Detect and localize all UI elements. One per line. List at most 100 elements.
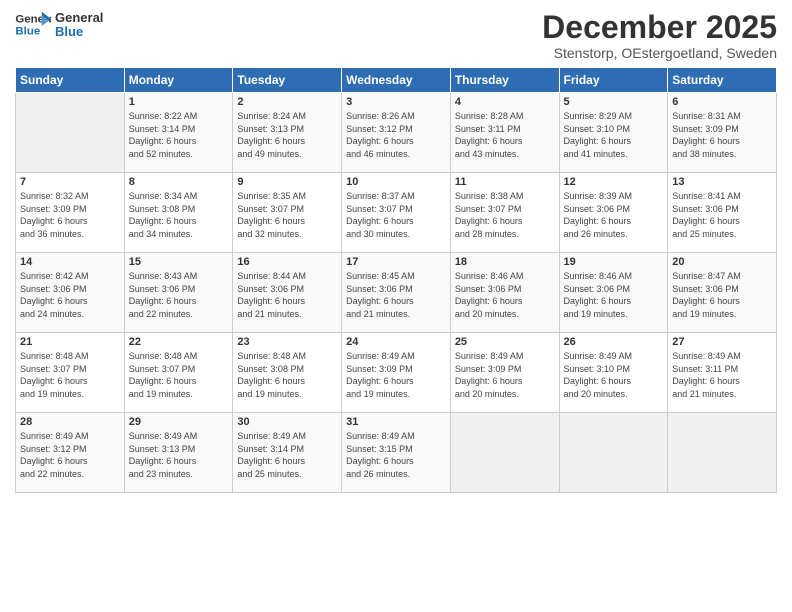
logo-general: General: [55, 11, 103, 25]
day-info: Sunrise: 8:49 AM Sunset: 3:13 PM Dayligh…: [129, 430, 229, 480]
day-cell: 5Sunrise: 8:29 AM Sunset: 3:10 PM Daylig…: [559, 93, 668, 173]
day-cell: 29 Sunrise: 8:49 AM Sunset: 3:13 PM Dayli…: [124, 413, 233, 493]
col-friday: Friday: [559, 68, 668, 93]
day-info: Sunrise: 8:22 AM Sunset: 3:14 PM Dayligh…: [129, 110, 229, 160]
day-cell: 4 Sunrise: 8:28 AM Sunset: 3:11 PM Daylig…: [450, 93, 559, 173]
day-info: Sunrise: 8:34 AM Sunset: 3:08 PM Dayligh…: [129, 190, 229, 240]
week-row-4: 21Sunrise: 8:48 AM Sunset: 3:07 PM Dayli…: [16, 333, 777, 413]
day-cell: 17 Sunrise: 8:45 AM Sunset: 3:06 PM Dayli…: [342, 253, 451, 333]
day-cell: [559, 413, 668, 493]
day-info: Sunrise: 8:37 AM Sunset: 3:07 PM Dayligh…: [346, 190, 446, 240]
day-number: 3: [346, 96, 446, 108]
day-cell: 22Sunrise: 8:48 AM Sunset: 3:07 PM Dayli…: [124, 333, 233, 413]
day-cell: 26 Sunrise: 8:49 AM Sunset: 3:10 PM Dayli…: [559, 333, 668, 413]
day-info: Sunrise: 8:49 AM Sunset: 3:09 PM Dayligh…: [346, 350, 446, 400]
day-info: Sunrise: 8:49 AM Sunset: 3:11 PM Dayligh…: [672, 350, 772, 400]
day-info: Sunrise: 8:49 AM Sunset: 3:10 PM Dayligh…: [564, 350, 664, 400]
day-number: 9: [237, 176, 337, 188]
day-number: 26: [564, 336, 664, 348]
day-info: Sunrise: 8:49 AM Sunset: 3:14 PM Dayligh…: [237, 430, 337, 480]
calendar-container: General Blue General Blue December 2025 …: [0, 0, 792, 503]
col-monday: Monday: [124, 68, 233, 93]
day-cell: 11 Sunrise: 8:38 AM Sunset: 3:07 PM Dayli…: [450, 173, 559, 253]
day-cell: 1 Sunrise: 8:22 AM Sunset: 3:14 PM Daylig…: [124, 93, 233, 173]
day-cell: 9 Sunrise: 8:35 AM Sunset: 3:07 PM Daylig…: [233, 173, 342, 253]
day-number: 23: [237, 336, 337, 348]
day-number: 4: [455, 96, 555, 108]
day-cell: 24Sunrise: 8:49 AM Sunset: 3:09 PM Dayli…: [342, 333, 451, 413]
day-cell: 13Sunrise: 8:41 AM Sunset: 3:06 PM Dayli…: [668, 173, 777, 253]
day-cell: 23Sunrise: 8:48 AM Sunset: 3:08 PM Dayli…: [233, 333, 342, 413]
week-row-5: 28 Sunrise: 8:49 AM Sunset: 3:12 PM Dayli…: [16, 413, 777, 493]
day-info: Sunrise: 8:49 AM Sunset: 3:09 PM Dayligh…: [455, 350, 555, 400]
day-number: 12: [564, 176, 664, 188]
day-info: Sunrise: 8:35 AM Sunset: 3:07 PM Dayligh…: [237, 190, 337, 240]
day-info: Sunrise: 8:46 AM Sunset: 3:06 PM Dayligh…: [564, 270, 664, 320]
day-info: Sunrise: 8:26 AM Sunset: 3:12 PM Dayligh…: [346, 110, 446, 160]
day-number: 31: [346, 416, 446, 428]
day-info: Sunrise: 8:48 AM Sunset: 3:07 PM Dayligh…: [20, 350, 120, 400]
day-info: Sunrise: 8:38 AM Sunset: 3:07 PM Dayligh…: [455, 190, 555, 240]
day-info: Sunrise: 8:49 AM Sunset: 3:12 PM Dayligh…: [20, 430, 120, 480]
day-number: 27: [672, 336, 772, 348]
week-row-1: 1 Sunrise: 8:22 AM Sunset: 3:14 PM Daylig…: [16, 93, 777, 173]
day-cell: 25Sunrise: 8:49 AM Sunset: 3:09 PM Dayli…: [450, 333, 559, 413]
day-number: 2: [237, 96, 337, 108]
col-sunday: Sunday: [16, 68, 125, 93]
day-cell: 27 Sunrise: 8:49 AM Sunset: 3:11 PM Dayli…: [668, 333, 777, 413]
day-cell: 8 Sunrise: 8:34 AM Sunset: 3:08 PM Daylig…: [124, 173, 233, 253]
day-number: 1: [129, 96, 229, 108]
day-cell: 21Sunrise: 8:48 AM Sunset: 3:07 PM Dayli…: [16, 333, 125, 413]
day-cell: 31 Sunrise: 8:49 AM Sunset: 3:15 PM Dayli…: [342, 413, 451, 493]
day-cell: 2Sunrise: 8:24 AM Sunset: 3:13 PM Daylig…: [233, 93, 342, 173]
week-row-3: 14 Sunrise: 8:42 AM Sunset: 3:06 PM Dayli…: [16, 253, 777, 333]
svg-text:Blue: Blue: [15, 26, 40, 38]
day-cell: 19 Sunrise: 8:46 AM Sunset: 3:06 PM Dayli…: [559, 253, 668, 333]
col-wednesday: Wednesday: [342, 68, 451, 93]
logo-blue: Blue: [55, 25, 103, 39]
day-number: 19: [564, 256, 664, 268]
day-info: Sunrise: 8:41 AM Sunset: 3:06 PM Dayligh…: [672, 190, 772, 240]
day-number: 14: [20, 256, 120, 268]
day-cell: 6 Sunrise: 8:31 AM Sunset: 3:09 PM Daylig…: [668, 93, 777, 173]
month-title: December 2025: [542, 10, 777, 45]
day-number: 16: [237, 256, 337, 268]
day-info: Sunrise: 8:39 AM Sunset: 3:06 PM Dayligh…: [564, 190, 664, 240]
day-cell: 7Sunrise: 8:32 AM Sunset: 3:09 PM Daylig…: [16, 173, 125, 253]
day-number: 18: [455, 256, 555, 268]
day-cell: [16, 93, 125, 173]
location-subtitle: Stenstorp, OEstergoetland, Sweden: [542, 45, 777, 61]
header-row-days: Sunday Monday Tuesday Wednesday Thursday…: [16, 68, 777, 93]
day-info: Sunrise: 8:46 AM Sunset: 3:06 PM Dayligh…: [455, 270, 555, 320]
day-cell: [668, 413, 777, 493]
day-number: 10: [346, 176, 446, 188]
day-info: Sunrise: 8:44 AM Sunset: 3:06 PM Dayligh…: [237, 270, 337, 320]
day-info: Sunrise: 8:32 AM Sunset: 3:09 PM Dayligh…: [20, 190, 120, 240]
col-tuesday: Tuesday: [233, 68, 342, 93]
day-cell: 12 Sunrise: 8:39 AM Sunset: 3:06 PM Dayli…: [559, 173, 668, 253]
day-info: Sunrise: 8:29 AM Sunset: 3:10 PM Dayligh…: [564, 110, 664, 160]
header-row: General Blue General Blue December 2025 …: [15, 10, 777, 61]
day-info: Sunrise: 8:49 AM Sunset: 3:15 PM Dayligh…: [346, 430, 446, 480]
day-number: 28: [20, 416, 120, 428]
day-number: 30: [237, 416, 337, 428]
day-number: 20: [672, 256, 772, 268]
day-info: Sunrise: 8:48 AM Sunset: 3:07 PM Dayligh…: [129, 350, 229, 400]
day-info: Sunrise: 8:42 AM Sunset: 3:06 PM Dayligh…: [20, 270, 120, 320]
day-number: 6: [672, 96, 772, 108]
day-number: 11: [455, 176, 555, 188]
day-cell: 3 Sunrise: 8:26 AM Sunset: 3:12 PM Daylig…: [342, 93, 451, 173]
day-cell: 18 Sunrise: 8:46 AM Sunset: 3:06 PM Dayli…: [450, 253, 559, 333]
day-info: Sunrise: 8:43 AM Sunset: 3:06 PM Dayligh…: [129, 270, 229, 320]
day-cell: 20Sunrise: 8:47 AM Sunset: 3:06 PM Dayli…: [668, 253, 777, 333]
day-cell: 10 Sunrise: 8:37 AM Sunset: 3:07 PM Dayli…: [342, 173, 451, 253]
day-number: 8: [129, 176, 229, 188]
day-info: Sunrise: 8:45 AM Sunset: 3:06 PM Dayligh…: [346, 270, 446, 320]
day-info: Sunrise: 8:31 AM Sunset: 3:09 PM Dayligh…: [672, 110, 772, 160]
day-cell: 30 Sunrise: 8:49 AM Sunset: 3:14 PM Dayli…: [233, 413, 342, 493]
day-cell: 14 Sunrise: 8:42 AM Sunset: 3:06 PM Dayli…: [16, 253, 125, 333]
day-info: Sunrise: 8:28 AM Sunset: 3:11 PM Dayligh…: [455, 110, 555, 160]
calendar-table: Sunday Monday Tuesday Wednesday Thursday…: [15, 67, 777, 493]
day-number: 17: [346, 256, 446, 268]
day-number: 29: [129, 416, 229, 428]
